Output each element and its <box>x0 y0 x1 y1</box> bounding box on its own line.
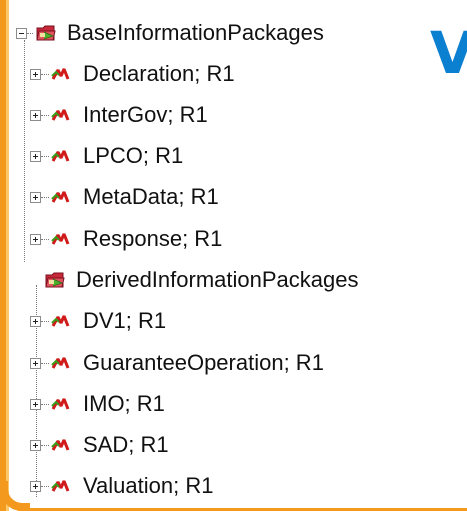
tree-node-base-packages[interactable]: BaseInformationPackages <box>16 18 324 48</box>
expand-toggle-icon[interactable] <box>30 191 41 203</box>
tree-node-label: BaseInformationPackages <box>67 20 324 45</box>
model-icon <box>51 357 70 369</box>
tree-node-declaration[interactable]: Declaration; R1 <box>30 59 235 89</box>
collapse-toggle-icon[interactable] <box>16 27 27 39</box>
tree-connector <box>41 155 49 157</box>
tree-connector <box>41 362 49 364</box>
tree-node-dv1[interactable]: DV1; R1 <box>30 306 166 336</box>
tree-connector <box>41 485 49 487</box>
expand-toggle-icon[interactable] <box>30 357 41 369</box>
tree-node-label: GuaranteeOperation; R1 <box>83 350 324 375</box>
model-icon <box>51 480 70 492</box>
tree-node-label: InterGov; R1 <box>83 102 208 127</box>
tree-connector <box>27 32 33 34</box>
expand-toggle-icon[interactable] <box>30 315 41 327</box>
tree-node-intergov[interactable]: InterGov; R1 <box>30 100 208 130</box>
background-letter: V <box>430 19 467 87</box>
tree-node-label: DV1; R1 <box>83 308 167 333</box>
model-icon <box>51 439 70 451</box>
tree-node-response[interactable]: Response; R1 <box>30 224 222 254</box>
package-icon <box>36 25 56 41</box>
model-icon <box>51 398 70 410</box>
tree-guide-line <box>24 40 25 262</box>
expand-toggle-icon[interactable] <box>30 233 41 245</box>
tree-node-label: LPCO; R1 <box>83 143 184 168</box>
tree-connector <box>41 403 49 405</box>
tree-connector <box>41 196 49 198</box>
expand-toggle-icon[interactable] <box>30 439 41 451</box>
tree-node-sad[interactable]: SAD; R1 <box>30 430 169 460</box>
expand-toggle-icon[interactable] <box>30 150 41 162</box>
model-icon <box>51 109 70 121</box>
tree-node-label: MetaData; R1 <box>83 184 219 209</box>
tree-node-label: DerivedInformationPackages <box>76 267 359 292</box>
model-icon <box>51 191 70 203</box>
model-icon <box>51 150 70 162</box>
tree-connector <box>41 320 49 322</box>
model-icon <box>51 233 70 245</box>
tree-node-label: SAD; R1 <box>83 432 169 457</box>
tree-node-derived-packages[interactable]: DerivedInformationPackages <box>30 265 358 295</box>
tree-connector <box>41 238 49 240</box>
tree-node-valuation[interactable]: Valuation; R1 <box>30 471 213 501</box>
package-icon <box>45 272 65 288</box>
model-icon <box>51 315 70 327</box>
tree-panel: V BaseInformationPackages Declaration; R… <box>0 0 467 511</box>
tree-node-label: Response; R1 <box>83 226 223 251</box>
expand-toggle-icon[interactable] <box>30 398 41 410</box>
tree-node-lpco[interactable]: LPCO; R1 <box>30 141 183 171</box>
tree-node-label: IMO; R1 <box>83 391 165 416</box>
tree-node-metadata[interactable]: MetaData; R1 <box>30 182 219 212</box>
expand-toggle-icon[interactable] <box>30 480 41 492</box>
model-icon <box>51 68 70 80</box>
left-border-highlight <box>6 0 9 511</box>
tree-node-guaranteeoperation[interactable]: GuaranteeOperation; R1 <box>30 348 324 378</box>
tree-connector <box>41 73 49 75</box>
tree-node-imo[interactable]: IMO; R1 <box>30 389 165 419</box>
tree-connector <box>41 114 49 116</box>
tree-node-label: Valuation; R1 <box>83 473 214 498</box>
tree-node-label: Declaration; R1 <box>83 61 235 86</box>
expand-toggle-icon[interactable] <box>30 68 41 80</box>
expand-toggle-icon[interactable] <box>30 109 41 121</box>
tree-connector <box>41 444 49 446</box>
